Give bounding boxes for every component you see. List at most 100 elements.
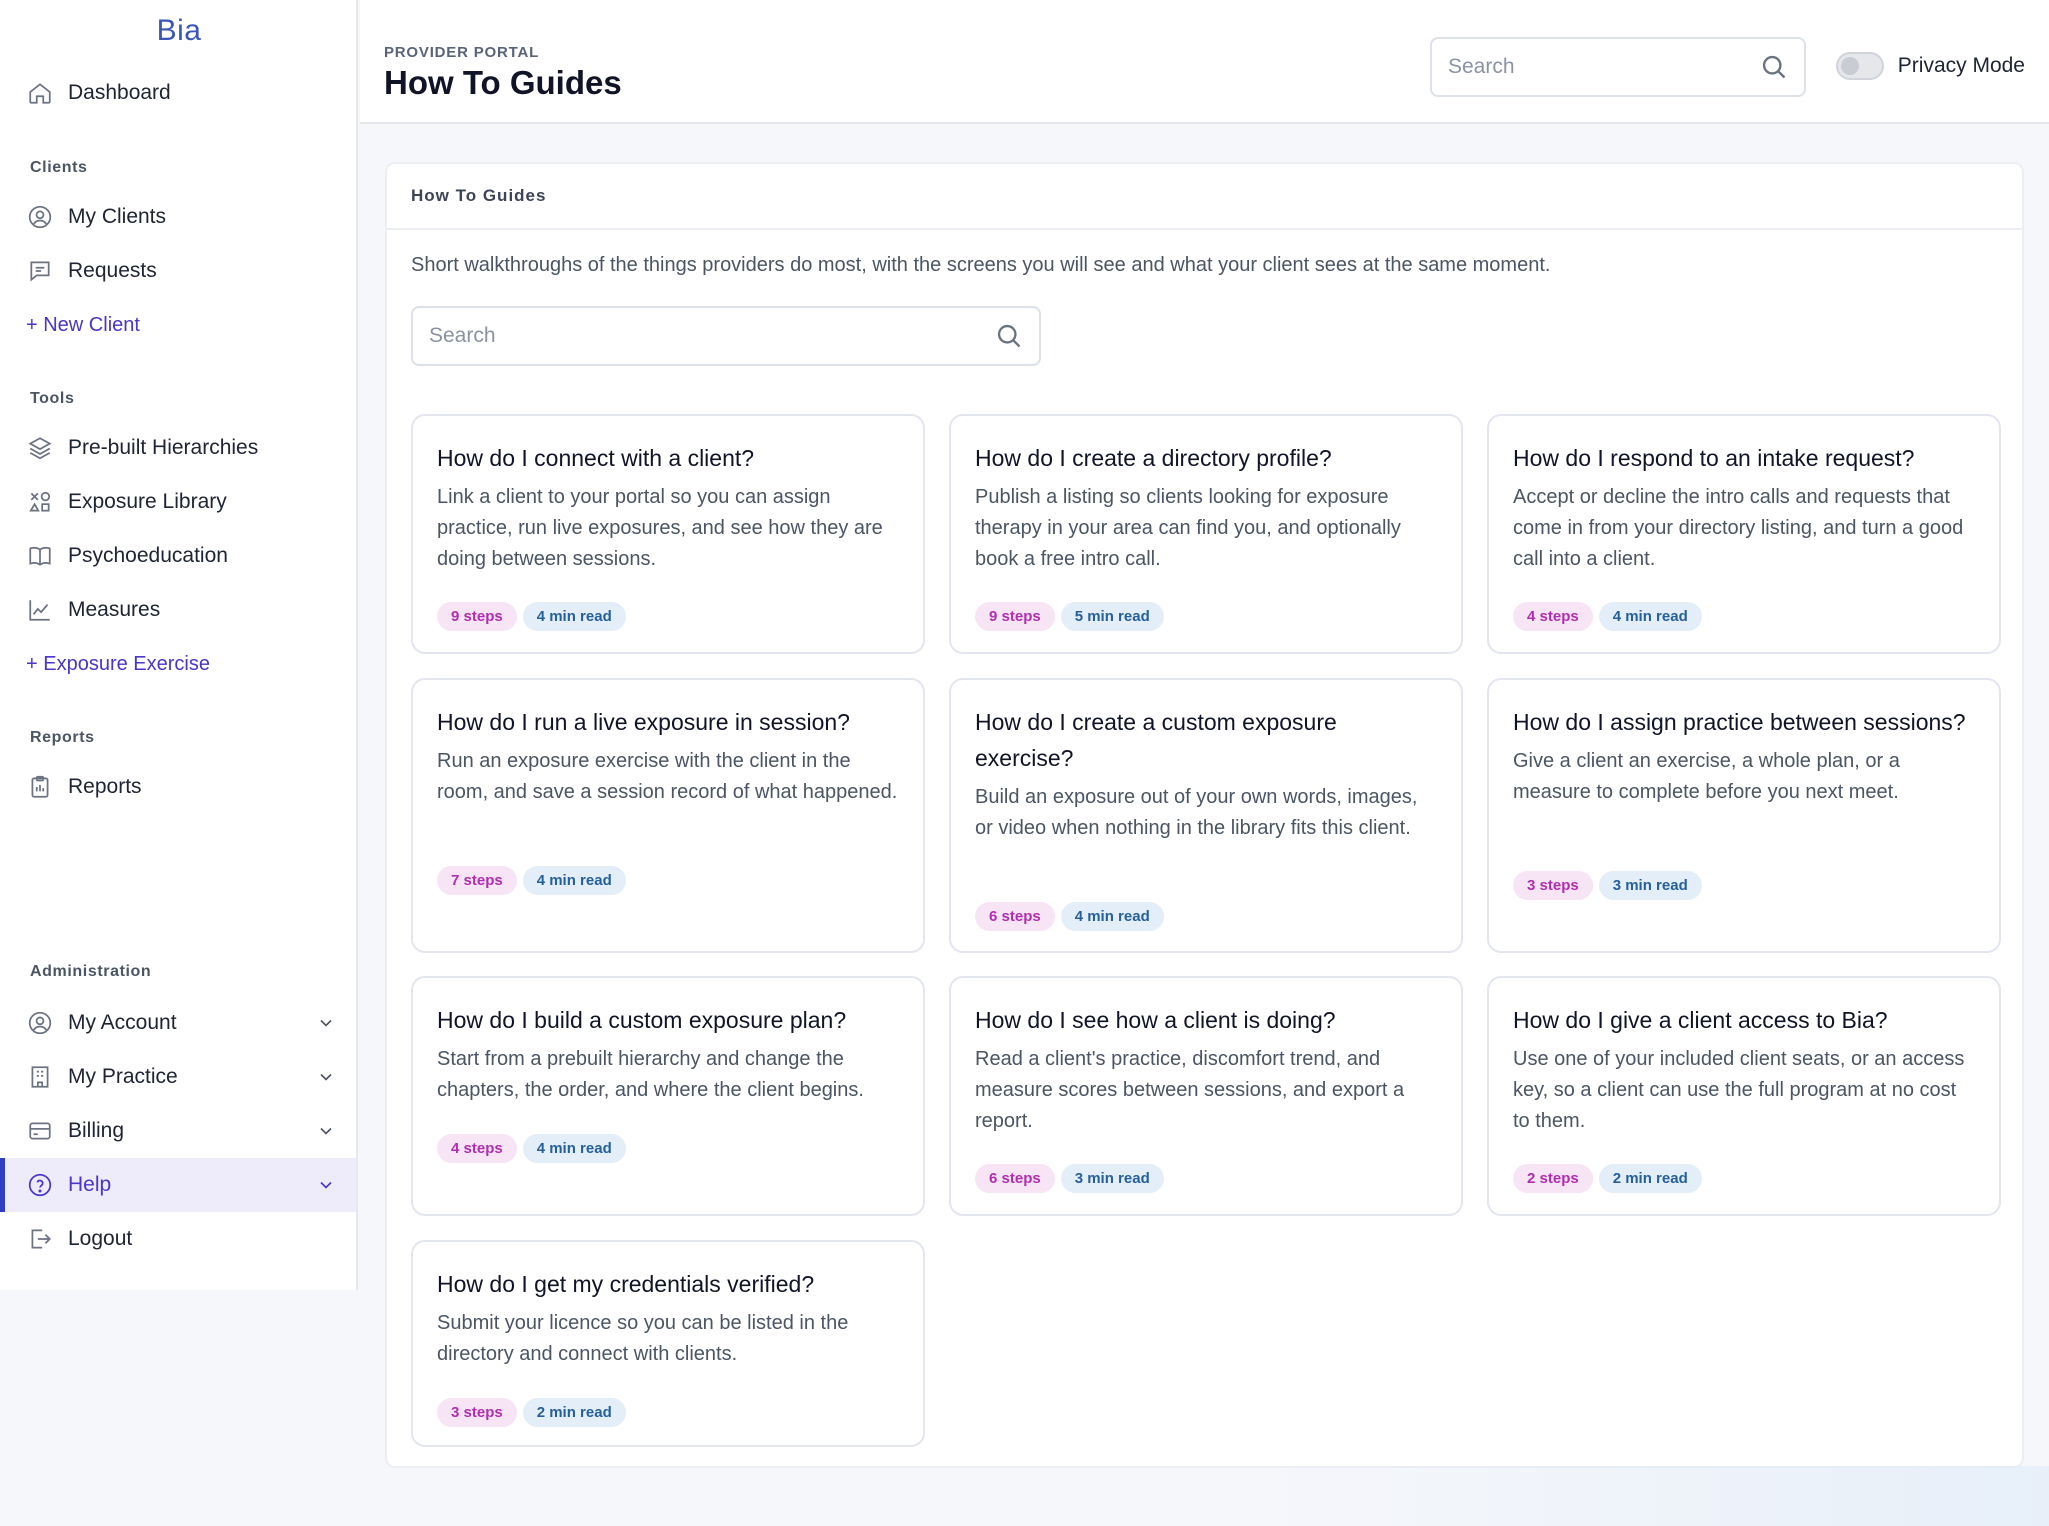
guide-title: How do I create a custom exposure exerci…: [975, 709, 1337, 771]
guide-title: How do I assign practice between session…: [1513, 709, 1966, 735]
guide-badges: 9 steps 5 min read: [975, 602, 1164, 631]
guide-description: Publish a listing so clients looking for…: [975, 486, 1401, 570]
guide-title: How do I create a directory profile?: [975, 445, 1332, 471]
guide-title: How do I build a custom exposure plan?: [437, 1007, 847, 1033]
sidebar-item-pre-built-hierarchies[interactable]: Pre-built Hierarchies: [0, 421, 356, 475]
logout-icon: [26, 1225, 54, 1253]
guide-description: Submit your licence so you can be listed…: [437, 1312, 849, 1365]
guide-badges: 7 steps 4 min read: [437, 866, 626, 895]
sidebar-item-label: Help: [68, 1173, 112, 1196]
help-circle-icon: [26, 1171, 54, 1199]
guide-description: Accept or decline the intro calls and re…: [1513, 486, 1964, 570]
steps-badge: 3 steps: [1513, 871, 1593, 900]
sidebar-item-billing[interactable]: Billing: [0, 1104, 356, 1158]
guide-badges: 4 steps 4 min read: [437, 1134, 626, 1163]
header-search-input[interactable]: Search: [1430, 37, 1806, 97]
sidebar-item-requests[interactable]: Requests: [0, 244, 356, 298]
guide-card[interactable]: How do I build a custom exposure plan? S…: [411, 976, 925, 1216]
search-placeholder: Search: [429, 324, 496, 347]
book-icon: [26, 542, 54, 570]
guide-description: Start from a prebuilt hierarchy and chan…: [437, 1048, 864, 1101]
sidebar-item-dashboard[interactable]: Dashboard: [0, 66, 356, 120]
panel-description: Short walkthroughs of the things provide…: [411, 254, 1551, 276]
guide-card[interactable]: How do I create a directory profile? Pub…: [949, 414, 1463, 654]
message-icon: [26, 257, 54, 285]
guide-card[interactable]: How do I create a custom exposure exerci…: [949, 678, 1463, 953]
steps-badge: 3 steps: [437, 1398, 517, 1427]
read-time-badge: 3 min read: [1598, 871, 1702, 900]
chevron-down-icon: [316, 1121, 336, 1141]
guide-description: Build an exposure out of your own words,…: [975, 786, 1418, 839]
read-time-badge: 4 min read: [522, 866, 626, 895]
brand-logo[interactable]: Bia: [0, 14, 358, 48]
background-glow: [1249, 1466, 2049, 1526]
steps-badge: 6 steps: [975, 902, 1055, 931]
sidebar-item-exposure-library[interactable]: Exposure Library: [0, 475, 356, 529]
sidebar-item-label: My Account: [68, 1011, 177, 1034]
guide-card[interactable]: How do I respond to an intake request? A…: [1487, 414, 2001, 654]
steps-badge: 4 steps: [437, 1134, 517, 1163]
sidebar-item-label: Dashboard: [68, 81, 171, 104]
sidebar: Bia Dashboard Clients My Clients Request…: [0, 0, 358, 1290]
sidebar-item-psychoeducation[interactable]: Psychoeducation: [0, 529, 356, 583]
guide-title: How do I give a client access to Bia?: [1513, 1007, 1888, 1033]
guide-card[interactable]: How do I assign practice between session…: [1487, 678, 2001, 953]
sidebar-item-label: My Clients: [68, 205, 167, 228]
sidebar-item-my-account[interactable]: My Account: [0, 996, 356, 1050]
new-client-link[interactable]: + New Client: [26, 314, 140, 337]
sidebar-item-label: Pre-built Hierarchies: [68, 436, 259, 459]
guides-search-input[interactable]: Search: [411, 306, 1041, 366]
top-header: PROVIDER PORTAL How To Guides Search Pri…: [360, 0, 2049, 124]
search-placeholder: Search: [1448, 55, 1515, 78]
steps-badge: 6 steps: [975, 1164, 1055, 1193]
exposure-exercise-link[interactable]: + Exposure Exercise: [26, 653, 210, 676]
sidebar-item-label: Billing: [68, 1119, 125, 1142]
chart-line-icon: [26, 596, 54, 624]
guide-card[interactable]: How do I get my credentials verified? Su…: [411, 1240, 925, 1447]
sidebar-item-logout[interactable]: Logout: [0, 1212, 356, 1266]
sidebar-item-reports[interactable]: Reports: [0, 760, 356, 814]
guide-title: How do I connect with a client?: [437, 445, 755, 471]
privacy-mode-toggle[interactable]: [1835, 52, 1884, 80]
toggle-knob: [1840, 57, 1859, 75]
guide-badges: 6 steps 4 min read: [975, 902, 1164, 931]
guide-card[interactable]: How do I run a live exposure in session?…: [411, 678, 925, 953]
section-clients: Clients: [30, 159, 88, 176]
guide-description: Give a client an exercise, a whole plan,…: [1513, 750, 1900, 803]
user-circle-icon: [26, 203, 54, 231]
guide-title: How do I get my credentials verified?: [437, 1271, 815, 1297]
read-time-badge: 2 min read: [1598, 1164, 1702, 1193]
clipboard-icon: [26, 773, 54, 801]
steps-badge: 7 steps: [437, 866, 517, 895]
sidebar-item-my-clients[interactable]: My Clients: [0, 190, 356, 244]
guide-title: How do I see how a client is doing?: [975, 1007, 1336, 1033]
layers-icon: [26, 434, 54, 462]
search-icon: [995, 322, 1023, 350]
guide-title: How do I respond to an intake request?: [1513, 445, 1915, 471]
sidebar-item-label: Logout: [68, 1227, 133, 1250]
guide-description: Read a client's practice, discomfort tre…: [975, 1048, 1405, 1132]
shapes-icon: [26, 488, 54, 516]
panel-heading: How To Guides: [387, 164, 2022, 230]
read-time-badge: 4 min read: [522, 1134, 626, 1163]
guide-description: Use one of your included client seats, o…: [1513, 1048, 1965, 1132]
sidebar-item-help[interactable]: Help: [0, 1158, 356, 1212]
guide-description: Run an exposure exercise with the client…: [437, 750, 898, 803]
read-time-badge: 5 min read: [1060, 602, 1164, 631]
sidebar-item-my-practice[interactable]: My Practice: [0, 1050, 356, 1104]
guide-badges: 3 steps 2 min read: [437, 1398, 626, 1427]
steps-badge: 9 steps: [975, 602, 1055, 631]
sidebar-item-label: Reports: [68, 775, 142, 798]
sidebar-item-measures[interactable]: Measures: [0, 583, 356, 637]
privacy-mode: Privacy Mode: [1835, 52, 2025, 80]
guide-card[interactable]: How do I connect with a client? Link a c…: [411, 414, 925, 654]
guide-card[interactable]: How do I see how a client is doing? Read…: [949, 976, 1463, 1216]
read-time-badge: 4 min read: [1598, 602, 1702, 631]
guide-badges: 4 steps 4 min read: [1513, 602, 1702, 631]
guide-badges: 6 steps 3 min read: [975, 1164, 1164, 1193]
read-time-badge: 3 min read: [1060, 1164, 1164, 1193]
page-title: How To Guides: [384, 64, 622, 101]
guide-card[interactable]: How do I give a client access to Bia? Us…: [1487, 976, 2001, 1216]
section-tools: Tools: [30, 390, 75, 407]
page-eyebrow: PROVIDER PORTAL: [384, 44, 540, 61]
